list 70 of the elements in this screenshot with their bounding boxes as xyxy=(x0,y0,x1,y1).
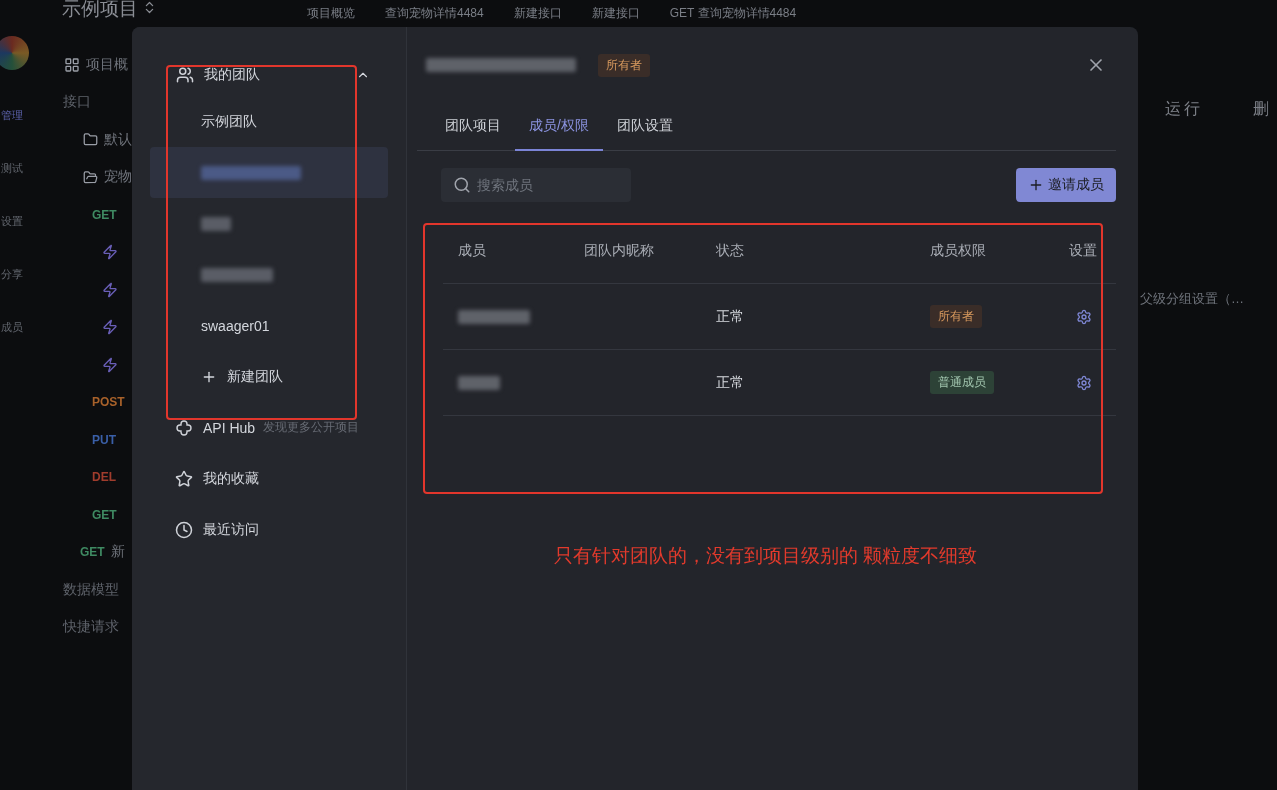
project-title[interactable]: 示例项目 xyxy=(62,0,138,22)
grid-icon xyxy=(64,56,80,73)
method-label[interactable]: GET xyxy=(80,545,105,560)
top-tab[interactable]: GET 查询宠物详情4484 xyxy=(669,5,797,22)
status-cell-text: 正常 xyxy=(716,373,745,392)
nav-link[interactable]: 我的收藏 xyxy=(203,469,259,488)
column-header: 状态 xyxy=(716,241,745,260)
star-icon xyxy=(175,469,193,488)
invite-button[interactable]: 邀请成员 xyxy=(1016,168,1116,202)
rail-item[interactable]: 测试 xyxy=(1,161,23,176)
sidebar-section[interactable]: 快捷请求 xyxy=(63,618,119,637)
request-name[interactable]: 新 xyxy=(110,543,125,562)
tab[interactable]: 团队设置 xyxy=(602,103,687,151)
method-label[interactable]: POST xyxy=(92,395,125,410)
annotation-note: 只有针对团队的，没有到项目级别的 颗粒度不细致 xyxy=(554,544,978,568)
rail-item[interactable]: 管理 xyxy=(1,108,23,123)
top-tab[interactable]: 项目概览 xyxy=(307,5,355,22)
column-header: 团队内昵称 xyxy=(584,241,655,260)
folder-icon xyxy=(83,168,98,186)
users-icon xyxy=(176,66,194,84)
avatar[interactable] xyxy=(0,36,29,70)
method-label[interactable]: PUT xyxy=(92,432,116,447)
redacted-name xyxy=(201,267,273,282)
sidebar-item[interactable]: 项目概 xyxy=(86,55,128,74)
role-badge: 所有者 xyxy=(930,305,982,328)
folder-item[interactable]: 宠物 xyxy=(104,168,132,187)
top-tab[interactable]: 查询宠物详情4484 xyxy=(385,5,484,22)
folder-item[interactable]: 默认 xyxy=(104,130,132,149)
column-header: 成员 xyxy=(458,241,487,260)
endpoint-icon xyxy=(102,281,118,298)
toolbar-button[interactable]: 删 xyxy=(1253,99,1272,120)
search-field[interactable]: 搜索成员 xyxy=(441,168,631,202)
status-cell-text: 正常 xyxy=(716,307,745,326)
team-item[interactable]: swaager01 xyxy=(150,300,388,351)
method-label[interactable]: DEL xyxy=(92,470,116,485)
tab[interactable]: 团队项目 xyxy=(431,103,515,151)
tab[interactable]: 成员/权限 xyxy=(515,103,603,151)
sidebar-section[interactable]: 接口 xyxy=(63,93,91,112)
new-team-button[interactable]: 新建团队 xyxy=(150,351,388,402)
role-badge: 所有者 xyxy=(598,53,650,77)
role-badge: 普通成员 xyxy=(930,371,994,394)
rail-item[interactable]: 设置 xyxy=(1,214,23,229)
settings-button[interactable] xyxy=(1076,308,1092,325)
endpoint-icon xyxy=(102,244,118,261)
column-header: 成员权限 xyxy=(930,241,987,260)
hint-text: 父级分组设置（… xyxy=(1139,290,1245,308)
nav-link[interactable]: API Hub xyxy=(203,419,256,436)
endpoint-icon xyxy=(102,319,118,336)
sidebar-section[interactable]: 数据模型 xyxy=(63,580,119,599)
rail-item[interactable]: 分享 xyxy=(1,267,23,282)
method-label[interactable]: GET xyxy=(92,507,117,522)
top-tab[interactable]: 新建接口 xyxy=(591,5,640,22)
nav-heading[interactable]: 我的团队 xyxy=(204,66,260,84)
search-icon xyxy=(453,176,471,194)
top-tab[interactable]: 新建接口 xyxy=(513,5,562,22)
redacted-name xyxy=(201,216,231,231)
rail-item[interactable]: 成员 xyxy=(1,320,23,335)
nav-link[interactable]: 最近访问 xyxy=(203,520,259,539)
clock-icon xyxy=(175,520,193,539)
method-label[interactable]: GET xyxy=(92,207,117,222)
plus-icon xyxy=(1028,177,1044,193)
team-item[interactable]: 示例团队 xyxy=(150,96,388,147)
redacted-name xyxy=(458,309,530,324)
hub-icon xyxy=(175,418,193,437)
settings-button[interactable] xyxy=(1076,374,1092,391)
endpoint-icon xyxy=(102,356,118,373)
redacted-name xyxy=(458,375,500,390)
toolbar-button[interactable]: 运行 xyxy=(1165,99,1203,120)
column-header: 设置 xyxy=(1069,241,1098,260)
link-hint: 发现更多公开项目 xyxy=(263,419,360,436)
